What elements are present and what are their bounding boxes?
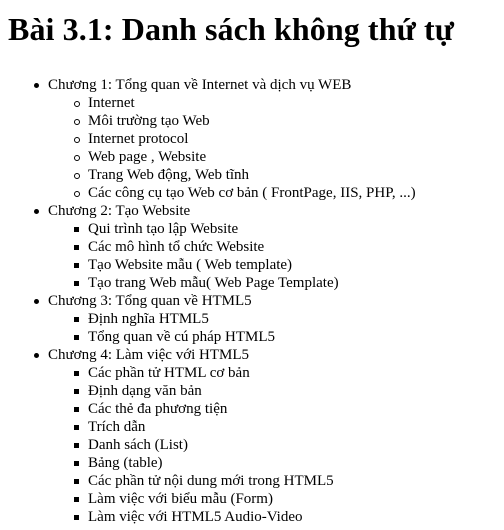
circle-bullet-icon [74, 155, 80, 161]
topic-label: Các phần tử HTML cơ bản [88, 365, 250, 381]
topic-label: Các phần tử nội dung mới trong HTML5 [88, 473, 334, 489]
square-bullet-icon [74, 389, 79, 394]
chapter-title: Chương 4: Làm việc với HTML5 [48, 347, 250, 363]
square-bullet-icon [74, 443, 79, 448]
topic-item: Làm việc với HTML5 Audio-Video [74, 508, 496, 526]
topic-label: Danh sách (List) [88, 437, 188, 453]
topic-item: Các phần tử nội dung mới trong HTML5 [74, 472, 496, 490]
disc-bullet-icon [34, 299, 39, 304]
topic-item: Qui trình tạo lập Website [74, 220, 496, 238]
square-bullet-icon [74, 479, 79, 484]
chapter-title: Chương 3: Tổng quan về HTML5 [48, 293, 252, 309]
topic-item: Định dạng văn bản [74, 382, 496, 400]
circle-bullet-icon [74, 101, 80, 107]
topic-label: Tạo trang Web mẫu( Web Page Template) [88, 275, 339, 291]
topic-item: Các thẻ đa phương tiện [74, 400, 496, 418]
chapter-list: Chương 1: Tổng quan về Internet và dịch … [8, 76, 496, 526]
topic-label: Làm việc với biểu mẫu (Form) [88, 491, 273, 507]
topic-item: Các công cụ tạo Web cơ bản ( FrontPage, … [74, 184, 496, 202]
topic-label: Internet protocol [88, 131, 189, 147]
topic-item: Các mô hình tổ chức Website [74, 238, 496, 256]
circle-bullet-icon [74, 173, 80, 179]
topic-item: Internet [74, 94, 496, 112]
topic-item: Internet protocol [74, 130, 496, 148]
topic-label: Tạo Website mẫu ( Web template) [88, 257, 293, 273]
topic-item: Tạo Website mẫu ( Web template) [74, 256, 496, 274]
topic-label: Trang Web động, Web tĩnh [88, 167, 250, 183]
circle-bullet-icon [74, 191, 80, 197]
square-bullet-icon [74, 263, 79, 268]
document-page: Bài 3.1: Danh sách không thứ tự Chương 1… [0, 0, 504, 530]
topic-label: Trích dẫn [88, 419, 146, 435]
chapter-item: Chương 2: Tạo Website Qui trình tạo lập W… [34, 202, 496, 292]
square-bullet-icon [74, 335, 79, 340]
topic-label: Định nghĩa HTML5 [88, 311, 209, 327]
topic-item: Các phần tử HTML cơ bản [74, 364, 496, 382]
topic-list: Các phần tử HTML cơ bản Định dạng văn bản… [48, 364, 496, 526]
topic-label: Các mô hình tổ chức Website [88, 239, 265, 255]
topic-item: Môi trường tạo Web [74, 112, 496, 130]
chapter-title: Chương 1: Tổng quan về Internet và dịch … [48, 77, 352, 93]
topic-label: Qui trình tạo lập Website [88, 221, 239, 237]
circle-bullet-icon [74, 119, 80, 125]
circle-bullet-icon [74, 137, 80, 143]
topic-label: Tổng quan về cú pháp HTML5 [88, 329, 276, 345]
topic-item: Định nghĩa HTML5 [74, 310, 496, 328]
topic-label: Internet [88, 95, 135, 111]
square-bullet-icon [74, 497, 79, 502]
topic-list: Định nghĩa HTML5 Tổng quan về cú pháp HTM… [48, 310, 496, 346]
topic-item: Danh sách (List) [74, 436, 496, 454]
square-bullet-icon [74, 317, 79, 322]
topic-list: Internet Môi trường tạo Web Internet proto… [48, 94, 496, 202]
topic-item: Bảng (table) [74, 454, 496, 472]
square-bullet-icon [74, 461, 79, 466]
square-bullet-icon [74, 281, 79, 286]
topic-item: Trang Web động, Web tĩnh [74, 166, 496, 184]
square-bullet-icon [74, 515, 79, 520]
square-bullet-icon [74, 425, 79, 430]
square-bullet-icon [74, 227, 79, 232]
topic-label: Web page , Website [88, 149, 207, 165]
topic-label: Các công cụ tạo Web cơ bản ( FrontPage, … [88, 185, 416, 201]
topic-label: Định dạng văn bản [88, 383, 202, 399]
square-bullet-icon [74, 371, 79, 376]
topic-list: Qui trình tạo lập Website Các mô hình tổ … [48, 220, 496, 292]
page-title: Bài 3.1: Danh sách không thứ tự [8, 11, 455, 47]
topic-item: Tổng quan về cú pháp HTML5 [74, 328, 496, 346]
chapter-item: Chương 1: Tổng quan về Internet và dịch … [34, 76, 496, 202]
chapter-item: Chương 3: Tổng quan về HTML5 Định nghĩa H… [34, 292, 496, 346]
topic-label: Làm việc với HTML5 Audio-Video [88, 509, 303, 525]
topic-item: Tạo trang Web mẫu( Web Page Template) [74, 274, 496, 292]
topic-label: Môi trường tạo Web [88, 113, 210, 129]
square-bullet-icon [74, 245, 79, 250]
topic-item: Trích dẫn [74, 418, 496, 436]
square-bullet-icon [74, 407, 79, 412]
disc-bullet-icon [34, 353, 39, 358]
disc-bullet-icon [34, 83, 39, 88]
disc-bullet-icon [34, 209, 39, 214]
chapter-title: Chương 2: Tạo Website [48, 203, 191, 219]
chapter-item: Chương 4: Làm việc với HTML5 Các phần tử … [34, 346, 496, 526]
topic-label: Các thẻ đa phương tiện [88, 401, 228, 417]
topic-item: Web page , Website [74, 148, 496, 166]
topic-item: Làm việc với biểu mẫu (Form) [74, 490, 496, 508]
topic-label: Bảng (table) [88, 455, 163, 471]
